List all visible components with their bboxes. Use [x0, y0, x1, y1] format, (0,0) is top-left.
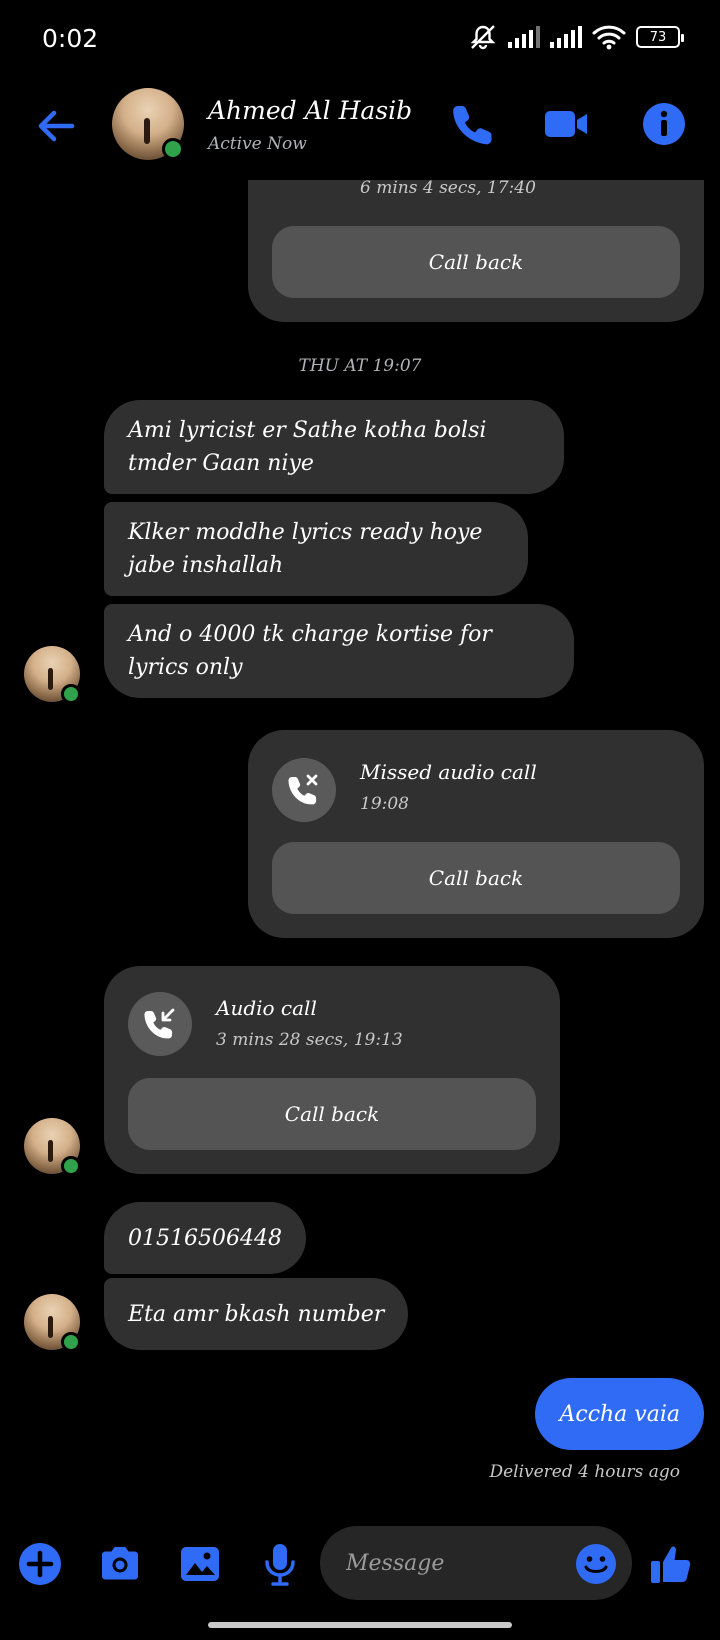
- contact-status: Active Now: [208, 134, 307, 154]
- message-composer: [0, 1520, 720, 1608]
- back-arrow-icon[interactable]: [30, 100, 82, 152]
- chat-header: Ahmed Al Hasib Active Now: [0, 80, 720, 180]
- message-bubble[interactable]: Ami lyricist er Sathe kotha bolsi tmder …: [104, 400, 564, 494]
- delivery-status: Delivered 4 hours ago: [489, 1462, 680, 1482]
- incoming-call-icon: [128, 992, 192, 1056]
- online-indicator: [162, 138, 184, 160]
- info-icon[interactable]: [640, 100, 688, 148]
- online-indicator: [61, 1156, 81, 1176]
- battery-icon: 73: [636, 26, 684, 48]
- sent-message-bubble[interactable]: Accha vaia: [535, 1378, 704, 1450]
- signal-2-icon: [550, 26, 582, 48]
- wifi-icon: [592, 25, 626, 50]
- message-bubble[interactable]: Klker moddhe lyrics ready hoye jabe insh…: [104, 502, 528, 596]
- signal-1-icon: [508, 26, 540, 48]
- contact-name[interactable]: Ahmed Al Hasib: [208, 96, 412, 125]
- phone-call-icon[interactable]: [448, 100, 496, 148]
- online-indicator: [61, 684, 81, 704]
- mute-bell-icon: [470, 25, 496, 50]
- missed-call-card: Missed audio call 19:08 Call back: [248, 730, 704, 938]
- video-call-icon[interactable]: [542, 100, 590, 148]
- call-back-button[interactable]: Call back: [272, 226, 680, 298]
- call-subtitle: 3 mins 28 secs, 19:13: [216, 1030, 403, 1050]
- message-bubble[interactable]: 01516506448: [104, 1202, 306, 1274]
- call-title: Audio call: [216, 996, 317, 1020]
- call-title: Missed audio call: [360, 760, 537, 784]
- plus-icon[interactable]: [16, 1540, 64, 1588]
- call-back-button[interactable]: Call back: [128, 1078, 536, 1150]
- gallery-icon[interactable]: [176, 1540, 224, 1588]
- emoji-icon[interactable]: [574, 1542, 618, 1586]
- status-time: 0:02: [42, 24, 99, 53]
- message-bubble[interactable]: And o 4000 tk charge kortise for lyrics …: [104, 604, 574, 698]
- thumbs-up-icon[interactable]: [648, 1540, 696, 1588]
- timestamp: THU AT 19:07: [298, 356, 422, 376]
- missed-call-icon: [272, 758, 336, 822]
- status-bar: 0:02 73: [0, 0, 720, 80]
- message-bubble[interactable]: Eta amr bkash number: [104, 1278, 409, 1350]
- audio-call-card: Audio call 3 mins 28 secs, 19:13 Call ba…: [104, 966, 560, 1174]
- status-icons: 73: [468, 24, 684, 50]
- call-back-button[interactable]: Call back: [272, 842, 680, 914]
- home-indicator[interactable]: [208, 1622, 512, 1628]
- online-indicator: [61, 1332, 81, 1352]
- camera-icon[interactable]: [96, 1540, 144, 1588]
- call-subtitle: 19:08: [360, 794, 409, 814]
- call-subtitle: 6 mins 4 secs, 17:40: [360, 178, 536, 198]
- microphone-icon[interactable]: [256, 1540, 304, 1588]
